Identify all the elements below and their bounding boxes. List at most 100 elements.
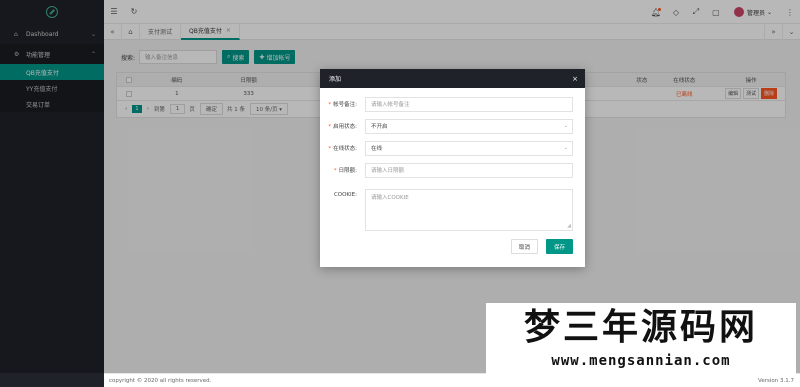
remark-input[interactable]: 请输入帐号备注	[365, 96, 573, 112]
page-size-select[interactable]: 10 条/页 ▾	[249, 103, 289, 115]
goto-confirm-button[interactable]: 确定	[199, 103, 223, 115]
add-user-icon: ✚	[259, 53, 265, 61]
sidebar-item-label: 功能管理	[26, 51, 51, 59]
save-button[interactable]: 保存	[546, 239, 573, 254]
tab-label: QB充值支付	[189, 28, 222, 35]
cell-limit: 333	[243, 90, 254, 97]
enable-status-select[interactable]: 不开启 ⌄	[365, 118, 573, 134]
add-dialog: 添加 × * 帐号备注: 请输入帐号备注 * 启用状态: 不开启 ⌄ * 在线状态: 在…	[320, 69, 585, 267]
required-mark: *	[328, 102, 332, 108]
sidebar-item-dashboard[interactable]: ⌂ Dashboard ⌄	[0, 24, 104, 44]
column-header-id[interactable]: 编码	[141, 76, 213, 84]
tab-label: 支付测试	[148, 29, 173, 36]
test-button[interactable]: 测试	[743, 88, 760, 99]
search-label: 搜索:	[121, 54, 136, 62]
logo-icon	[46, 6, 58, 18]
tabs-menu-icon[interactable]: ⌄	[782, 24, 800, 40]
field-label: COOKIE:	[333, 192, 357, 198]
field-label: 帐号备注:	[333, 102, 357, 108]
column-header-actions: 操作	[745, 77, 757, 84]
online-status-select[interactable]: 在线 ⌄	[365, 140, 573, 156]
chevron-down-icon: ⌄	[766, 8, 772, 16]
lock-icon[interactable]: ▢	[706, 0, 726, 24]
cookie-placeholder: 请输入COOKIE	[371, 195, 409, 201]
tab-bar-right: » ⌄	[764, 24, 800, 40]
prev-page-icon[interactable]: ‹	[125, 106, 127, 112]
cell-id: 1	[175, 90, 179, 97]
required-mark: *	[333, 168, 337, 174]
resize-handle-icon[interactable]: ◢	[567, 223, 571, 229]
cell-online: 已离线	[676, 91, 693, 98]
header-actions: 🔔︎ ◇ ⤢ ▢ 管理员 ⌄ ⋮	[646, 0, 800, 24]
dialog-header: 添加 ×	[320, 69, 585, 88]
notification-dot	[657, 8, 661, 11]
goto-label: 到第	[153, 107, 165, 113]
delete-button[interactable]: 删除	[761, 88, 778, 99]
search-icon: ⌕	[227, 53, 231, 60]
chevron-down-icon: ⌄	[90, 30, 96, 38]
refresh-icon[interactable]: ↻	[124, 0, 144, 24]
page-size-value: 10 条/页	[255, 107, 278, 113]
online-status-value: 在线	[371, 146, 383, 152]
tab-pay-test[interactable]: 支付测试	[140, 23, 182, 40]
field-label: 启用状态:	[333, 124, 357, 130]
total-count: 共 1 条	[226, 107, 245, 113]
search-button-label: 搜索	[232, 54, 245, 62]
sidebar-item-function-manage[interactable]: ⚙ 功能管理 ⌃	[0, 44, 104, 64]
field-label: 在线状态:	[333, 146, 357, 152]
field-enable-status: * 启用状态: 不开启 ⌄	[320, 118, 585, 134]
row-checkbox[interactable]	[125, 90, 132, 97]
avatar	[733, 7, 744, 17]
sidebar-item-yy-pay[interactable]: YY充值支付	[0, 80, 104, 96]
tab-bar: « ⌂ 支付测试 QB充值支付 × » ⌄	[104, 23, 800, 40]
cookie-textarea[interactable]: 请输入COOKIE ◢	[365, 189, 573, 231]
sidebar-item-qb-pay[interactable]: QB充值支付	[0, 64, 104, 80]
watermark-title: 梦三年源码网	[523, 306, 758, 348]
logo[interactable]	[0, 0, 104, 24]
tab-qb-pay[interactable]: QB充值支付 ×	[181, 23, 240, 40]
chevron-down-icon: ⌄	[563, 145, 568, 151]
cell-actions: 编辑 测试 删除	[717, 88, 785, 99]
tabs-prev-icon[interactable]: «	[104, 23, 122, 40]
edit-button[interactable]: 编辑	[725, 88, 742, 99]
user-menu[interactable]: 管理员 ⌄	[726, 7, 780, 17]
cancel-button[interactable]: 取消	[511, 239, 538, 254]
field-online-status: * 在线状态: 在线 ⌄	[320, 140, 585, 156]
tabs-next-icon[interactable]: »	[764, 24, 782, 40]
close-icon[interactable]: ×	[572, 75, 578, 83]
daily-limit-input[interactable]: 请输入日限额	[365, 162, 573, 178]
search-button[interactable]: ⌕ 搜索	[222, 50, 250, 64]
select-all-checkbox[interactable]	[125, 76, 132, 83]
top-header: ☰ ↻ 🔔︎ ◇ ⤢ ▢ 管理员 ⌄ ⋮	[104, 0, 800, 24]
sidebar-item-label: Dashboard	[26, 30, 59, 38]
field-remark: * 帐号备注: 请输入帐号备注	[320, 96, 585, 112]
gear-icon: ⚙	[14, 50, 20, 58]
dialog-title: 添加	[329, 76, 342, 83]
home-tab-icon[interactable]: ⌂	[122, 23, 140, 40]
sidebar: ⌂ Dashboard ⌄ ⚙ 功能管理 ⌃ QB充值支付 YY充值支付 交易订…	[0, 0, 104, 387]
home-icon: ⌂	[14, 30, 18, 38]
bell-icon[interactable]: 🔔︎	[646, 0, 666, 24]
copyright: copyright © 2020 all rights reserved.	[109, 377, 212, 384]
next-page-icon[interactable]: ›	[147, 106, 149, 112]
tag-icon[interactable]: ◇	[666, 0, 686, 24]
add-account-button[interactable]: ✚ 增加帐号	[254, 50, 296, 64]
column-header-limit[interactable]: 日限额	[213, 76, 285, 84]
sidebar-group-function: ⚙ 功能管理 ⌃ QB充值支付 YY充值支付 交易订单	[0, 44, 104, 112]
search-input[interactable]: 输入备注信息	[139, 50, 218, 64]
page-current[interactable]: 1	[132, 105, 142, 113]
fullscreen-icon[interactable]: ⤢	[686, 0, 706, 24]
user-name: 管理员	[746, 9, 765, 17]
more-icon[interactable]: ⋮	[780, 0, 800, 24]
field-cookie: COOKIE: 请输入COOKIE ◢	[320, 189, 585, 231]
search-toolbar: 搜索: 输入备注信息 ⌕ 搜索 ✚ 增加帐号	[121, 50, 296, 64]
close-icon[interactable]: ×	[226, 27, 231, 34]
menu-toggle-icon[interactable]: ☰	[104, 0, 124, 24]
goto-input[interactable]: 1	[169, 104, 186, 114]
required-mark: *	[328, 124, 332, 130]
sidebar-item-orders[interactable]: 交易订单	[0, 96, 104, 112]
required-mark: *	[328, 146, 332, 152]
chevron-down-icon: ⌄	[563, 123, 568, 129]
column-header-online[interactable]: 在线状态	[651, 76, 717, 84]
footer: copyright © 2020 all rights reserved. Ve…	[104, 373, 800, 387]
